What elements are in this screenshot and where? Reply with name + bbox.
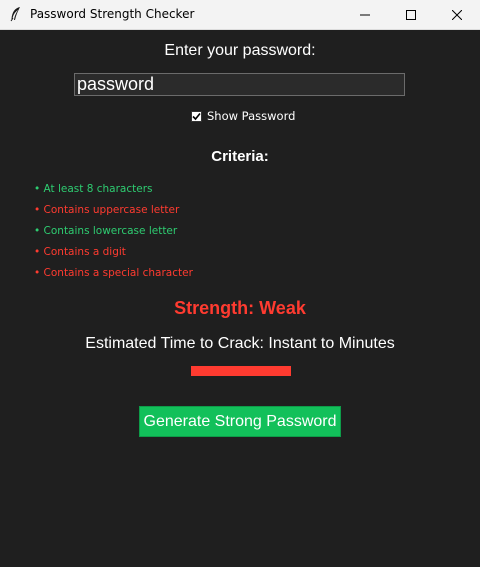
- strength-meter-fill: [191, 366, 291, 376]
- minimize-icon: [360, 10, 370, 20]
- checkmark-icon: [192, 112, 201, 120]
- maximize-icon: [406, 9, 416, 20]
- generate-password-button[interactable]: Generate Strong Password: [139, 406, 341, 437]
- criteria-item: • Contains a special character: [34, 267, 193, 279]
- minimize-button[interactable]: [342, 0, 388, 29]
- strength-label: Strength: Weak: [174, 298, 306, 318]
- window-title: Password Strength Checker: [30, 7, 195, 21]
- strength-meter: [191, 366, 291, 376]
- criteria-item: • At least 8 characters: [34, 183, 153, 195]
- title-bar: Password Strength Checker: [0, 0, 480, 30]
- show-password-label: Show Password: [207, 109, 296, 123]
- password-prompt: Enter your password:: [164, 42, 316, 59]
- password-input[interactable]: [74, 73, 405, 96]
- close-icon: [452, 9, 462, 20]
- criteria-heading: Criteria:: [211, 148, 269, 165]
- show-password-checkbox[interactable]: [191, 110, 202, 122]
- criteria-list: • At least 8 characters • Contains upper…: [34, 182, 193, 287]
- main-panel: Enter your password: Show Password Crite…: [0, 30, 480, 567]
- crack-time-label: Estimated Time to Crack: Instant to Minu…: [85, 335, 395, 352]
- show-password-toggle[interactable]: Show Password: [191, 109, 295, 123]
- criteria-item: • Contains a digit: [34, 246, 126, 258]
- criteria-item: • Contains uppercase letter: [34, 204, 180, 216]
- criteria-item: • Contains lowercase letter: [34, 225, 178, 237]
- close-button[interactable]: [434, 0, 480, 29]
- maximize-button[interactable]: [388, 0, 434, 29]
- feather-icon: [9, 6, 23, 22]
